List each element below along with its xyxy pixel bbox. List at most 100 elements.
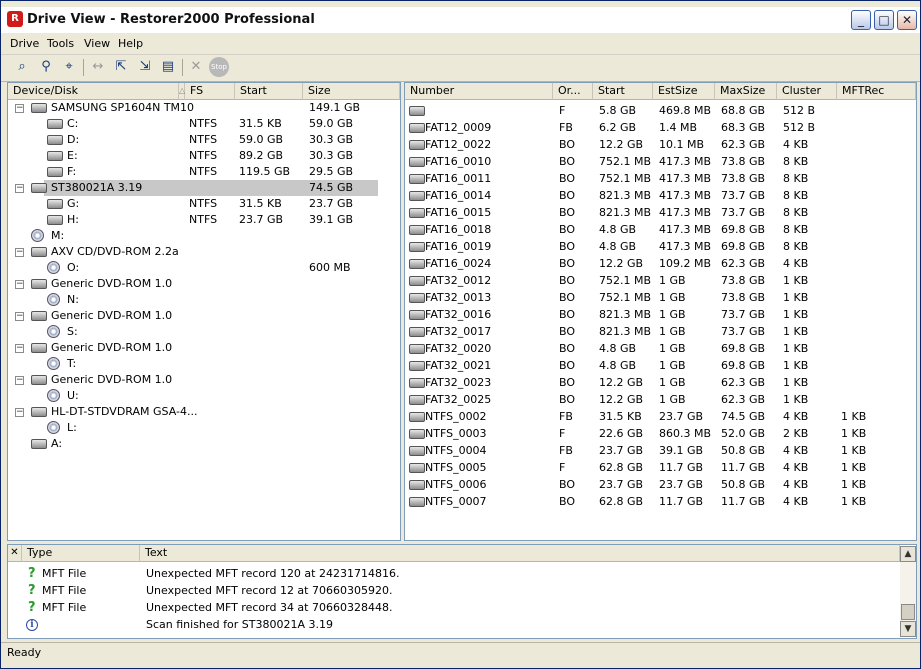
close-button[interactable]: ✕: [897, 10, 917, 30]
tree-row[interactable]: − Generic DVD-ROM 1.0: [8, 308, 378, 324]
tree-row[interactable]: N:: [8, 292, 378, 308]
tree-expander-icon[interactable]: −: [15, 312, 24, 321]
table-row[interactable]: F 5.8 GB 469.8 MB 68.8 GB 512 B: [405, 103, 916, 119]
table-row[interactable]: FAT16_0015 BO 821.3 MB 417.3 MB 73.7 GB 8 KB: [405, 205, 916, 221]
partition-mftrec: 1 KB: [841, 427, 867, 440]
tree-expander-icon[interactable]: −: [15, 408, 24, 417]
table-row[interactable]: FAT32_0012 BO 752.1 MB 1 GB 73.8 GB 1 KB: [405, 273, 916, 289]
tree-row[interactable]: G: NTFS 31.5 KB 23.7 GB: [8, 196, 378, 212]
menu-help[interactable]: Help: [118, 37, 143, 50]
tree-row[interactable]: S:: [8, 324, 378, 340]
menu-tools[interactable]: Tools: [47, 37, 74, 50]
column-header-start[interactable]: Start: [235, 83, 303, 100]
table-row[interactable]: NTFS_0002 FB 31.5 KB 23.7 GB 74.5 GB 4 KB 1 KB: [405, 409, 916, 425]
swap-icon[interactable]: ↔: [89, 58, 107, 76]
table-row[interactable]: FAT12_0009 FB 6.2 GB 1.4 MB 68.3 GB 512 B: [405, 120, 916, 136]
tree-row[interactable]: E: NTFS 89.2 GB 30.3 GB: [8, 148, 378, 164]
tree-row[interactable]: O: 600 MB: [8, 260, 378, 276]
partition-list-pane[interactable]: Number Or... Start EstSize MaxSize Clust…: [404, 82, 917, 541]
log-row[interactable]: ? MFT File Unexpected MFT record 34 at 706…: [8, 600, 898, 616]
tree-row[interactable]: − ST380021A 3.19 74.5 GB: [15, 180, 378, 196]
scroll-thumb[interactable]: [901, 604, 915, 620]
tree-row[interactable]: D: NTFS 59.0 GB 30.3 GB: [8, 132, 378, 148]
column-header-maxsize[interactable]: MaxSize: [715, 83, 777, 100]
table-row[interactable]: FAT32_0013 BO 752.1 MB 1 GB 73.8 GB 1 KB: [405, 290, 916, 306]
table-row[interactable]: FAT32_0016 BO 821.3 MB 1 GB 73.7 GB 1 KB: [405, 307, 916, 323]
export-icon[interactable]: ⇱: [112, 58, 130, 76]
log-close-icon[interactable]: ✕: [8, 545, 22, 562]
table-row[interactable]: NTFS_0003 F 22.6 GB 860.3 MB 52.0 GB 2 KB 1 KB: [405, 426, 916, 442]
tree-row[interactable]: − Generic DVD-ROM 1.0: [8, 372, 378, 388]
device-tree-pane[interactable]: Device/Disk △ FS Start Size − SAMSUNG SP1…: [7, 82, 401, 541]
table-row[interactable]: FAT12_0022 BO 12.2 GB 10.1 MB 62.3 GB 4 KB: [405, 137, 916, 153]
find-icon[interactable]: ⌖: [60, 58, 78, 76]
tree-expander-icon[interactable]: −: [15, 280, 24, 289]
tree-row[interactable]: − Generic DVD-ROM 1.0: [8, 276, 378, 292]
column-header-cluster[interactable]: Cluster: [777, 83, 837, 100]
log-row[interactable]: i Scan finished for ST380021A 3.19: [8, 617, 898, 633]
table-row[interactable]: NTFS_0004 FB 23.7 GB 39.1 GB 50.8 GB 4 KB 1 KB: [405, 443, 916, 459]
scan-icon[interactable]: ⌕: [13, 58, 31, 76]
table-row[interactable]: FAT16_0018 BO 4.8 GB 417.3 MB 69.8 GB 8 KB: [405, 222, 916, 238]
import-icon[interactable]: ⇲: [136, 58, 154, 76]
tree-expander-icon[interactable]: −: [15, 184, 24, 193]
table-row[interactable]: FAT32_0023 BO 12.2 GB 1 GB 62.3 GB 1 KB: [405, 375, 916, 391]
column-header-device[interactable]: Device/Disk: [8, 83, 179, 100]
table-row[interactable]: FAT32_0021 BO 4.8 GB 1 GB 69.8 GB 1 KB: [405, 358, 916, 374]
table-row[interactable]: FAT16_0011 BO 752.1 MB 417.3 MB 73.8 GB 8 KB: [405, 171, 916, 187]
table-row[interactable]: NTFS_0007 BO 62.8 GB 11.7 GB 11.7 GB 4 KB 1 KB: [405, 494, 916, 510]
tree-row[interactable]: − SAMSUNG SP1604N TM10 149.1 GB: [8, 100, 378, 116]
menu-drive[interactable]: Drive: [10, 37, 39, 50]
table-row[interactable]: NTFS_0005 F 62.8 GB 11.7 GB 11.7 GB 4 KB 1 KB: [405, 460, 916, 476]
tree-row[interactable]: − AXV CD/DVD-ROM 2.2a: [8, 244, 378, 260]
tree-expander-icon[interactable]: −: [15, 344, 24, 353]
question-icon: ?: [28, 583, 36, 598]
table-row[interactable]: FAT16_0024 BO 12.2 GB 109.2 MB 62.3 GB 4 KB: [405, 256, 916, 272]
maximize-button[interactable]: □: [874, 10, 894, 30]
tree-row[interactable]: C: NTFS 31.5 KB 59.0 GB: [8, 116, 378, 132]
tree-row[interactable]: A:: [8, 436, 378, 452]
column-header-estsize[interactable]: EstSize: [653, 83, 715, 100]
tree-row[interactable]: F: NTFS 119.5 GB 29.5 GB: [8, 164, 378, 180]
title-bar[interactable]: R Drive View - Restorer2000 Professional…: [1, 7, 920, 33]
table-row[interactable]: FAT32_0025 BO 12.2 GB 1 GB 62.3 GB 1 KB: [405, 392, 916, 408]
scroll-down-arrow-icon[interactable]: ▼: [900, 621, 916, 637]
tree-row[interactable]: T:: [8, 356, 378, 372]
tree-row[interactable]: L:: [8, 420, 378, 436]
table-row[interactable]: NTFS_0006 BO 23.7 GB 23.7 GB 50.8 GB 4 KB 1 KB: [405, 477, 916, 493]
delete-icon[interactable]: ✕: [187, 58, 205, 76]
table-row[interactable]: FAT32_0020 BO 4.8 GB 1 GB 69.8 GB 1 KB: [405, 341, 916, 357]
log-row[interactable]: ? MFT File Unexpected MFT record 12 at 706…: [8, 583, 898, 599]
column-header-fs[interactable]: FS: [185, 83, 235, 100]
save-icon[interactable]: ▤: [159, 58, 177, 76]
column-header-number[interactable]: Number: [405, 83, 553, 100]
column-header-start[interactable]: Start: [593, 83, 653, 100]
table-row[interactable]: FAT16_0014 BO 821.3 MB 417.3 MB 73.7 GB 8 KB: [405, 188, 916, 204]
table-row[interactable]: FAT16_0019 BO 4.8 GB 417.3 MB 69.8 GB 8 KB: [405, 239, 916, 255]
log-column-header-text[interactable]: Text: [140, 545, 900, 562]
stop-icon[interactable]: Stop: [209, 57, 229, 77]
log-row[interactable]: ? MFT File Unexpected MFT record 120 at 24…: [8, 566, 898, 582]
search-icon[interactable]: ⚲: [37, 58, 55, 76]
tree-row[interactable]: U:: [8, 388, 378, 404]
minimize-button[interactable]: _: [851, 10, 871, 30]
log-pane[interactable]: ✕ Type Text ? MFT File Unexpected MFT reco…: [7, 544, 917, 639]
table-row[interactable]: FAT16_0010 BO 752.1 MB 417.3 MB 73.8 GB 8 KB: [405, 154, 916, 170]
column-header-origin[interactable]: Or...: [553, 83, 593, 100]
menu-view[interactable]: View: [84, 37, 110, 50]
tree-expander-icon[interactable]: −: [15, 248, 24, 257]
window-title: Drive View - Restorer2000 Professional: [27, 12, 315, 27]
tree-row[interactable]: H: NTFS 23.7 GB 39.1 GB: [8, 212, 378, 228]
tree-expander-icon[interactable]: −: [15, 104, 24, 113]
partition-start: 4.8 GB: [599, 223, 637, 236]
tree-row[interactable]: − HL-DT-STDVDRAM GSA-4...: [8, 404, 378, 420]
scroll-up-arrow-icon[interactable]: ▲: [900, 546, 916, 562]
status-bar: Ready: [1, 642, 920, 663]
log-column-header-type[interactable]: Type: [22, 545, 140, 562]
column-header-mftrec[interactable]: MFTRec: [837, 83, 916, 100]
column-header-size[interactable]: Size: [303, 83, 400, 100]
tree-expander-icon[interactable]: −: [15, 376, 24, 385]
tree-row[interactable]: M:: [8, 228, 378, 244]
table-row[interactable]: FAT32_0017 BO 821.3 MB 1 GB 73.7 GB 1 KB: [405, 324, 916, 340]
tree-row[interactable]: − Generic DVD-ROM 1.0: [8, 340, 378, 356]
